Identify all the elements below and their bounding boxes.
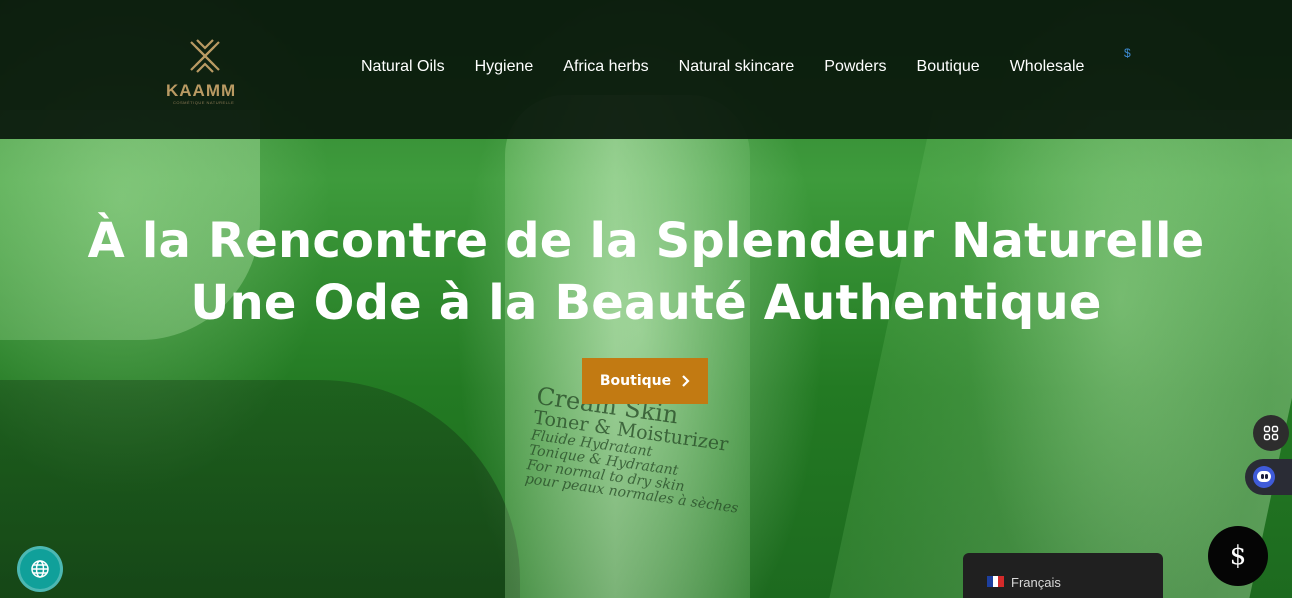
site-logo[interactable]: KAAMM COSMÉTIQUE NATURELLE (163, 38, 247, 105)
logo-emblem-icon (190, 39, 220, 73)
nav-item-boutique[interactable]: Boutique (902, 58, 995, 76)
nav-item-wholesale[interactable]: Wholesale (995, 58, 1100, 76)
chevron-right-icon (682, 375, 690, 387)
french-flag-icon (987, 576, 1005, 587)
hero-bottle (505, 95, 750, 598)
chatbot-icon (1253, 466, 1275, 488)
hero-title-line-2: Une Ode à la Beauté Authentique (190, 275, 1102, 331)
grid-icon (1263, 425, 1279, 441)
apps-grid-button[interactable] (1253, 415, 1289, 451)
nav-item-hygiene[interactable]: Hygiene (460, 58, 549, 76)
currency-switcher-button[interactable]: $ (1208, 526, 1268, 586)
language-switcher[interactable]: Français (963, 553, 1163, 598)
language-label: Français (1011, 575, 1061, 590)
nav-item-powders[interactable]: Powders (809, 58, 901, 76)
site-header: KAAMM COSMÉTIQUE NATURELLE Natural Oils … (0, 0, 1292, 139)
globe-icon (31, 560, 49, 578)
boutique-button[interactable]: Boutique (582, 358, 708, 404)
hero-title-line-1: À la Rencontre de la Splendeur Naturelle (87, 213, 1205, 269)
hero-title: À la Rencontre de la Splendeur Naturelle… (0, 210, 1292, 334)
nav-item-natural-oils[interactable]: Natural Oils (346, 58, 460, 76)
logo-tagline: COSMÉTIQUE NATURELLE (173, 100, 235, 105)
nav-item-natural-skincare[interactable]: Natural skincare (664, 58, 810, 76)
nav-item-africa-herbs[interactable]: Africa herbs (548, 58, 663, 76)
boutique-button-label: Boutique (599, 373, 672, 389)
main-nav: Natural Oils Hygiene Africa herbs Natura… (346, 58, 1099, 76)
accessibility-globe-button[interactable] (17, 546, 63, 592)
chatbot-launcher[interactable] (1245, 459, 1292, 495)
logo-brand-text: KAAMM (166, 81, 237, 100)
nav-currency-indicator[interactable]: $ (1124, 46, 1131, 60)
